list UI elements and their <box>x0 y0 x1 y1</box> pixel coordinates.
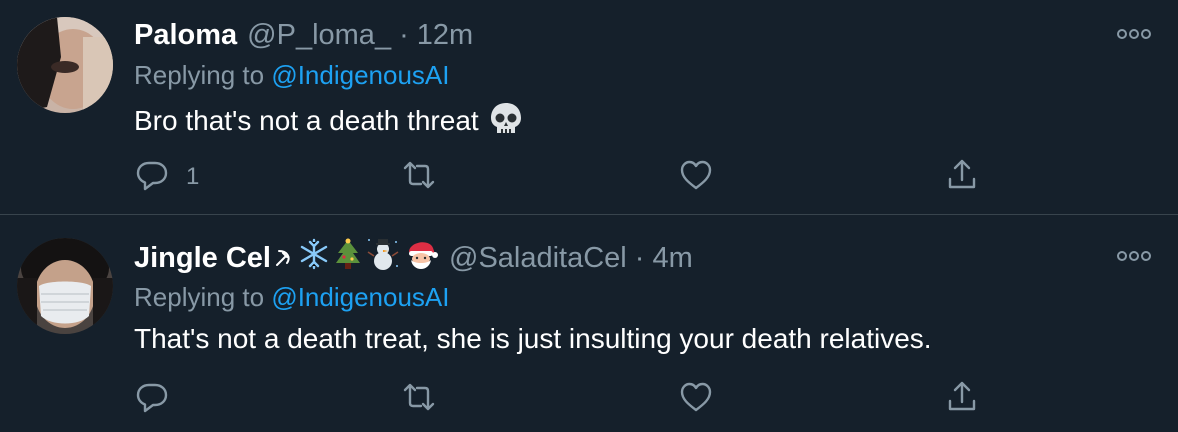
like-button[interactable] <box>678 379 714 419</box>
display-name[interactable]: Jingle Cel <box>134 242 271 274</box>
avatar[interactable] <box>17 238 113 334</box>
tweet-text-content: Bro that's not a death threat <box>134 104 479 136</box>
replying-to-line: Replying to @IndigenousAI <box>134 60 450 91</box>
reply-button[interactable]: 1 <box>134 157 199 197</box>
timestamp[interactable]: 12m <box>417 19 473 51</box>
reply-count: 1 <box>186 163 200 190</box>
like-button[interactable] <box>678 157 714 197</box>
more-icon[interactable] <box>1116 24 1152 44</box>
share-icon <box>944 157 980 198</box>
hammer-sickle-icon <box>273 240 295 280</box>
tweet-text: That's not a death treat, she is just in… <box>134 323 932 355</box>
retweet-icon <box>401 379 437 420</box>
christmas-tree-icon <box>333 237 363 282</box>
tweet-actions: 1 <box>134 157 994 197</box>
reply-button[interactable] <box>134 379 170 419</box>
replying-prefix: Replying to <box>134 282 265 312</box>
retweet-button[interactable] <box>401 379 437 419</box>
tweet-text: Bro that's not a death threat <box>134 101 524 144</box>
timestamp[interactable]: 4m <box>652 242 692 274</box>
skull-icon <box>488 101 524 144</box>
retweet-button[interactable] <box>401 157 437 197</box>
reply-icon <box>134 157 170 198</box>
like-icon <box>678 379 714 420</box>
tweet[interactable]: Paloma @P_loma_ · 12m Replying to @Indigeno… <box>0 0 1178 215</box>
replying-prefix: Replying to <box>134 60 265 90</box>
share-icon <box>944 379 980 420</box>
user-handle[interactable]: @SaladitaCel <box>449 242 627 274</box>
tweet-header: Jingle Cel @SaladitaCel · 4m <box>134 236 693 276</box>
separator: · <box>399 19 409 51</box>
like-icon <box>678 157 714 198</box>
snowman-icon <box>365 236 401 283</box>
mention-link[interactable]: @IndigenousAI <box>271 60 449 90</box>
share-button[interactable] <box>944 157 980 197</box>
user-handle[interactable]: @P_loma_ <box>247 19 391 51</box>
tweet-header: Paloma @P_loma_ · 12m <box>134 15 473 55</box>
display-name[interactable]: Paloma <box>134 19 237 51</box>
tweet[interactable]: Jingle Cel @SaladitaCel · 4m Replying to @I… <box>0 215 1178 432</box>
tweet-feed: Paloma @P_loma_ · 12m Replying to @Indigeno… <box>0 0 1178 432</box>
tweet-text-content: That's not a death treat, she is just in… <box>134 323 932 354</box>
retweet-icon <box>401 157 437 198</box>
snowflake-icon <box>297 237 331 282</box>
reply-icon <box>134 379 170 420</box>
santa-icon <box>403 236 439 283</box>
replying-to-line: Replying to @IndigenousAI <box>134 282 450 313</box>
avatar[interactable] <box>17 17 113 113</box>
share-button[interactable] <box>944 379 980 419</box>
separator: · <box>634 242 645 275</box>
tweet-actions <box>134 379 994 419</box>
mention-link[interactable]: @IndigenousAI <box>271 282 449 312</box>
more-icon[interactable] <box>1116 246 1152 266</box>
